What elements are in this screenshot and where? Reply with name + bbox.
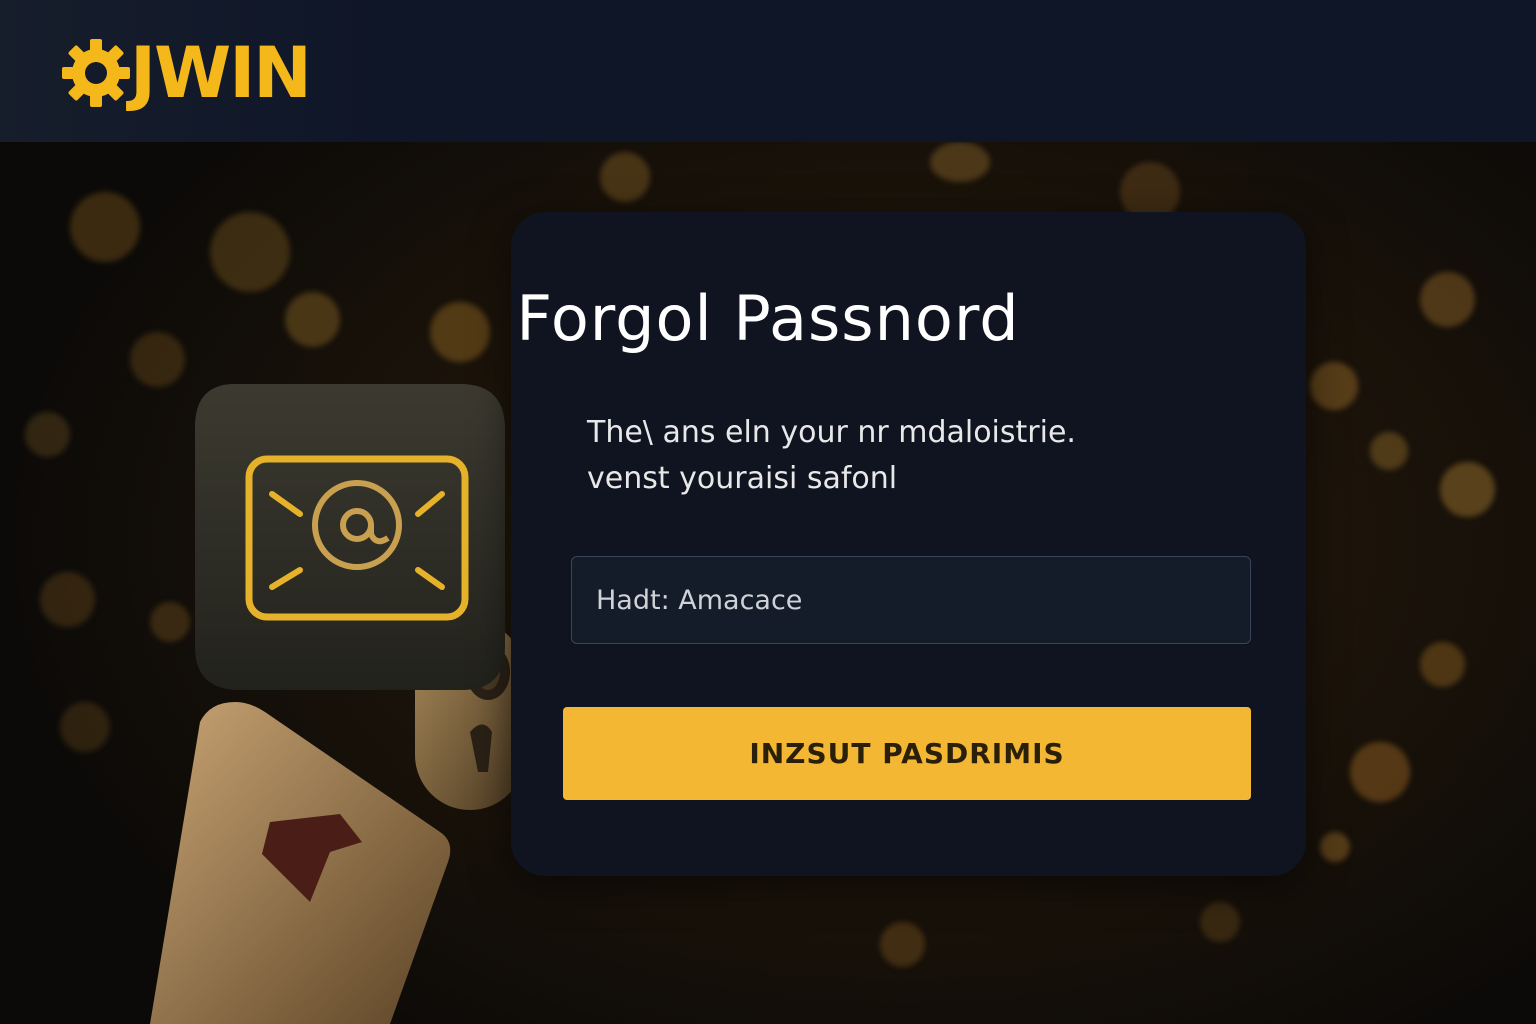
instructions-line-1: The\ ans eln your nr mdaloistrie. xyxy=(587,415,1076,450)
email-icon xyxy=(195,384,505,690)
email-field[interactable] xyxy=(571,556,1251,644)
brand-logo[interactable]: JWIN xyxy=(60,32,312,114)
reset-password-button[interactable]: INZSUT PASDRIMIS xyxy=(563,707,1251,800)
top-header: JWIN xyxy=(0,0,1536,142)
page-title: Forgol Passnord xyxy=(516,282,1020,355)
instructions-line-2: venst youraisi safonl xyxy=(587,461,898,496)
brand-name: JWIN xyxy=(130,32,312,114)
card-icon xyxy=(150,702,451,1024)
forgot-password-page: JWIN Forgol Passnord The\ ans eln your n… xyxy=(0,0,1536,1024)
instructions-text: The\ ans eln your nr mdaloistrie. venst … xyxy=(587,410,1237,502)
gear-icon xyxy=(62,39,130,107)
